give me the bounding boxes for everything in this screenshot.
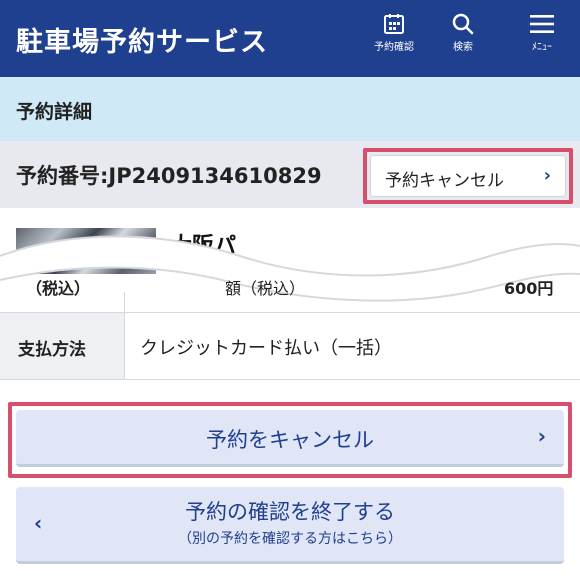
tax-label-partial: （税込） [26, 279, 91, 298]
payment-label-cell: 支払方法 [0, 313, 125, 379]
section-header: 予約詳細 [0, 77, 580, 142]
payment-method-label: 支払方法 [18, 340, 86, 360]
app-title: 駐車場予約サービス [16, 27, 268, 58]
search-label: 検索 [453, 42, 473, 53]
section-title: 予約詳細 [16, 101, 93, 123]
hamburger-menu-icon [530, 15, 554, 33]
reservation-check-button[interactable]: 予約確認 [364, 12, 424, 64]
reservation-check-label: 予約確認 [374, 42, 414, 53]
end-confirmation-button[interactable]: ‹ 予約の確認を終了する （別の予約を確認する方はこちら） [16, 487, 564, 564]
amount-value: 600円 [504, 279, 554, 298]
calendar-icon [384, 14, 404, 34]
menu-button[interactable]: ﾒﾆｭｰ [512, 12, 572, 64]
end-confirmation-sublabel: （別の予約を確認する方はこちら） [178, 531, 402, 547]
amount-label-partial: 額（税込） [225, 279, 306, 298]
search-button[interactable]: 検索 [433, 12, 493, 64]
search-icon [452, 13, 474, 35]
payment-method-row: 支払方法 クレジットカード払い（一括） [0, 312, 580, 380]
table-divider [124, 292, 125, 312]
highlight-box-cancel-link [363, 148, 573, 204]
highlight-box-cancel-button [8, 402, 572, 478]
reservation-number: 予約番号:JP2409134610829 [16, 164, 322, 188]
end-confirmation-label: 予約の確認を終了する [185, 500, 395, 524]
menu-label: ﾒﾆｭｰ [532, 42, 552, 53]
payment-method-value: クレジットカード払い（一括） [140, 338, 392, 359]
app-header: 駐車場予約サービス 予約確認 検索 ﾒﾆｭｰ [0, 0, 580, 77]
